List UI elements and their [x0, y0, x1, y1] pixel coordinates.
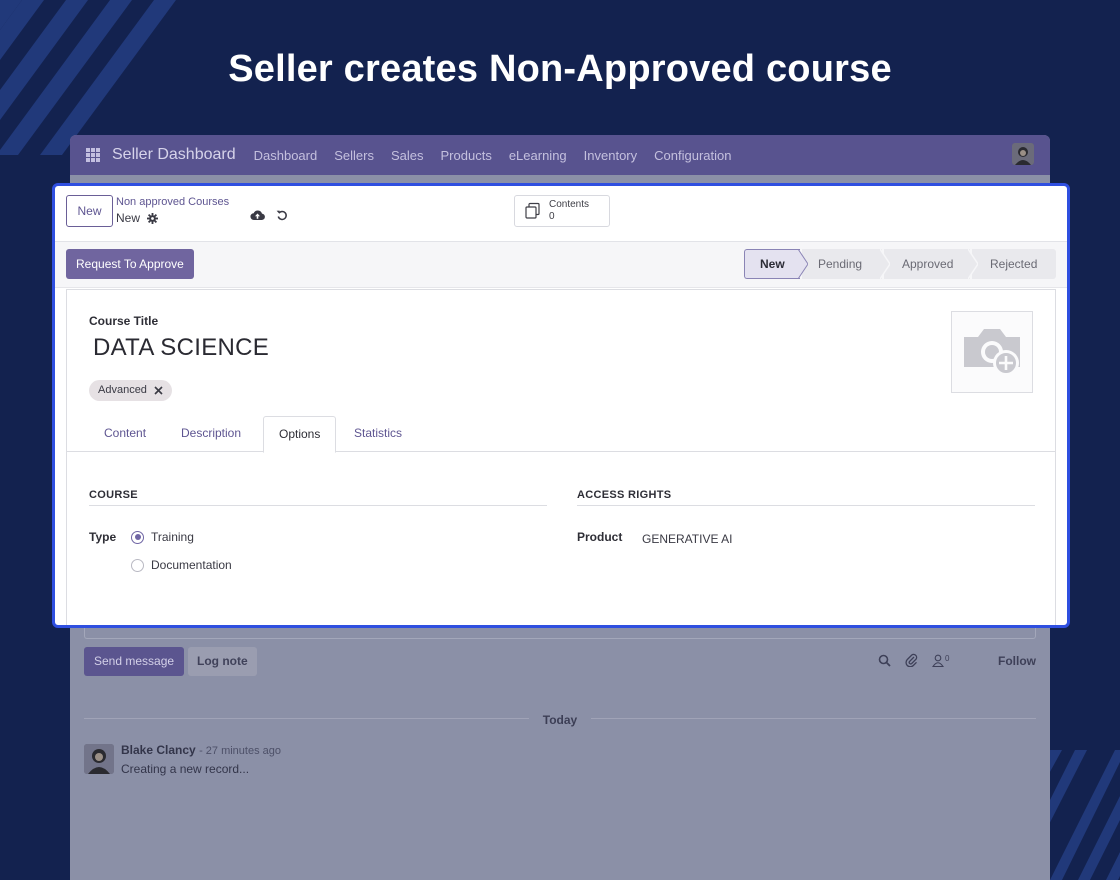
tab-description[interactable]: Description	[166, 416, 256, 452]
save-cloud-icon[interactable]	[250, 209, 265, 221]
type-option-documentation: Documentation	[151, 558, 232, 572]
highlighted-form-panel: New Non approved Courses New Contents 0 …	[52, 183, 1070, 628]
request-to-approve-button[interactable]: Request To Approve	[66, 249, 194, 279]
nav-item-products[interactable]: Products	[441, 148, 492, 163]
top-navbar: Seller Dashboard Dashboard Sellers Sales…	[70, 135, 1050, 175]
message-time: - 27 minutes ago	[199, 745, 281, 757]
followers-icon[interactable]: 0	[932, 654, 949, 667]
stage-arrow-pending	[880, 249, 890, 279]
stage-pending[interactable]: Pending	[802, 249, 882, 279]
control-panel: New Non approved Courses New Contents 0	[55, 186, 1067, 242]
form-sheet: Course Title DATA SCIENCE Advanced Conte…	[66, 289, 1056, 625]
type-radio-documentation[interactable]: Documentation	[131, 558, 232, 572]
nav-item-sales[interactable]: Sales	[391, 148, 424, 163]
search-icon[interactable]	[878, 654, 891, 667]
log-note-button[interactable]: Log note	[188, 647, 257, 676]
user-avatar[interactable]	[1012, 143, 1034, 165]
course-image-upload[interactable]	[951, 311, 1033, 393]
form-tabs: Content Description Options Statistics	[67, 416, 1055, 453]
stage-approved[interactable]: Approved	[884, 249, 970, 279]
contents-smart-button[interactable]: Contents 0	[514, 195, 610, 227]
level-tag-label: Advanced	[98, 384, 147, 396]
course-title-label: Course Title	[89, 314, 159, 328]
breadcrumb-current-label: New	[116, 211, 141, 225]
chatter-tools: 0	[878, 653, 963, 667]
date-divider-label: Today	[528, 713, 592, 727]
stage-new[interactable]: New	[744, 249, 800, 279]
message-header: Blake Clancy - 27 minutes ago	[121, 743, 281, 757]
nav-item-inventory[interactable]: Inventory	[584, 148, 637, 163]
page-headline: Seller creates Non-Approved course	[228, 48, 892, 90]
tab-content[interactable]: Content	[89, 416, 161, 452]
discard-undo-icon[interactable]	[276, 209, 288, 221]
nav-item-dashboard[interactable]: Dashboard	[254, 148, 318, 163]
nav-item-elearning[interactable]: eLearning	[509, 148, 567, 163]
nav-item-configuration[interactable]: Configuration	[654, 148, 731, 163]
type-label: Type	[89, 530, 117, 544]
radio-unselected-icon[interactable]	[131, 558, 144, 572]
followers-count: 0	[945, 653, 950, 663]
type-option-training: Training	[151, 530, 194, 544]
type-radio-training[interactable]: Training	[131, 530, 194, 544]
date-divider: Today	[70, 711, 1050, 729]
nav-item-sellers[interactable]: Sellers	[334, 148, 374, 163]
message-avatar[interactable]	[84, 744, 114, 774]
close-icon[interactable]	[154, 386, 163, 395]
message-author[interactable]: Blake Clancy	[121, 743, 196, 757]
breadcrumb-parent[interactable]: Non approved Courses	[116, 196, 229, 208]
message-body: Creating a new record...	[121, 762, 250, 776]
tab-statistics[interactable]: Statistics	[339, 416, 417, 452]
contents-icon	[524, 202, 542, 220]
paperclip-icon[interactable]	[905, 653, 918, 667]
gear-icon[interactable]	[147, 212, 159, 224]
new-record-button[interactable]: New	[66, 195, 113, 227]
status-row: Request To Approve New Pending Approved …	[55, 242, 1067, 288]
contents-count: 0	[549, 211, 555, 222]
course-section-heading: COURSE	[89, 489, 547, 506]
decorative-stripes-bottom-right	[1040, 750, 1120, 880]
camera-add-icon	[964, 329, 1020, 376]
stage-arrow-new	[798, 249, 808, 279]
stage-arrow-approved	[968, 249, 978, 279]
level-tag: Advanced	[89, 380, 172, 401]
nav-brand[interactable]: Seller Dashboard	[112, 146, 236, 164]
access-rights-heading: ACCESS RIGHTS	[577, 489, 1035, 506]
product-field[interactable]: GENERATIVE AI	[642, 532, 732, 546]
product-label: Product	[577, 530, 623, 544]
status-bar: New Pending Approved Rejected	[742, 249, 1056, 279]
radio-selected-icon[interactable]	[131, 530, 144, 544]
contents-label: Contents	[549, 199, 590, 210]
apps-grid-icon[interactable]	[86, 148, 100, 162]
course-title-input[interactable]: DATA SCIENCE	[93, 334, 269, 362]
tab-options[interactable]: Options	[263, 416, 337, 453]
breadcrumb-current: New	[116, 211, 159, 225]
send-message-button[interactable]: Send message	[84, 647, 185, 676]
stage-rejected[interactable]: Rejected	[972, 249, 1056, 279]
follow-button[interactable]: Follow	[998, 654, 1036, 668]
contents-label-block: Contents 0	[549, 199, 589, 223]
